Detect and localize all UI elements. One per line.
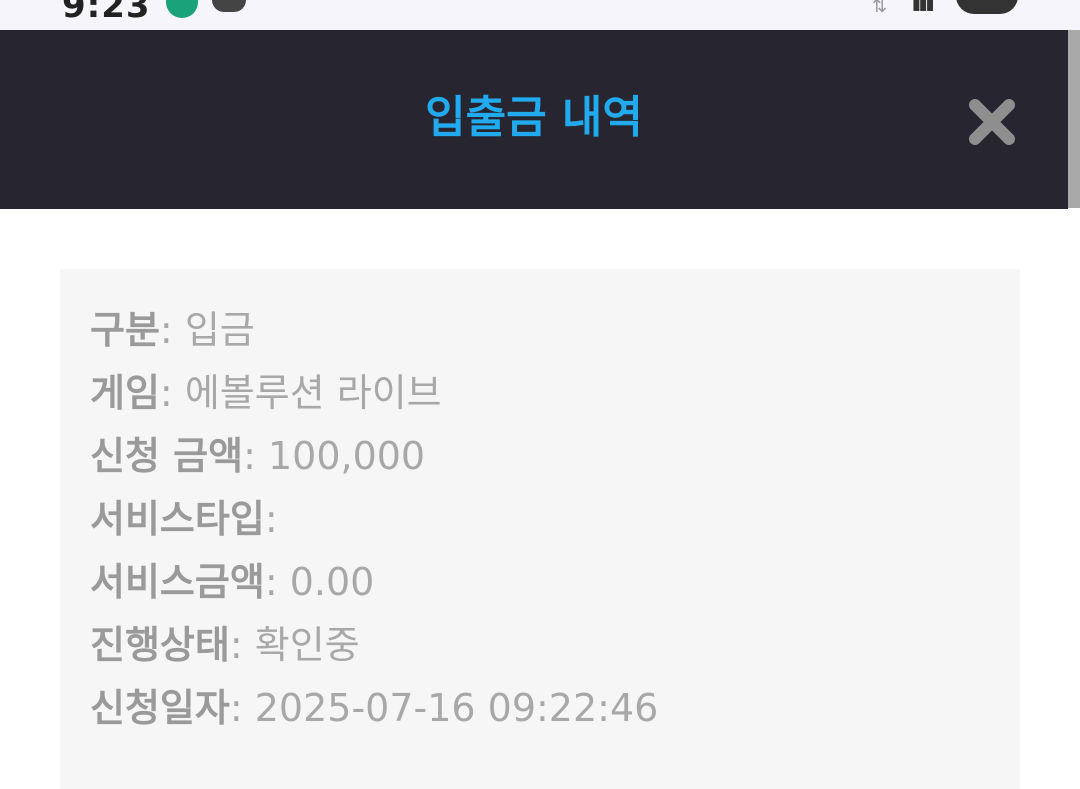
detail-row-date: 신청일자: 2025-07-16 09:22:46 [90,686,659,730]
detail-value: 2025-07-16 09:22:46 [254,686,659,730]
detail-label: 서비스타입 [90,497,265,541]
detail-label: 진행상태 [90,623,230,667]
detail-value: 100,000 [267,434,426,478]
status-bar: 9:23 ⇅ ▮▮▮ [0,0,1080,30]
app-notification-icon [166,0,198,18]
data-transfer-icon: ⇅ [872,0,888,17]
detail-row-amount: 신청 금액: 100,000 [90,434,426,478]
detail-row-game: 게임: 에볼루션 라이브 [90,371,442,415]
signal-icon: ▮▮▮ [912,0,934,13]
battery-icon [956,0,1018,14]
chat-notification-icon [212,0,246,12]
page-title: 입출금 내역 [425,92,643,143]
close-icon[interactable] [966,96,1018,148]
status-time: 9:23 [62,0,151,26]
detail-value: 0.00 [289,560,375,604]
detail-row-service-amount: 서비스금액: 0.00 [90,560,375,604]
scrollbar[interactable] [1068,30,1080,208]
modal-header: 입출금 내역 [0,30,1068,209]
detail-row-type: 구분: 입금 [90,308,255,352]
detail-label: 신청일자 [90,686,230,730]
detail-value: 입금 [184,308,255,352]
detail-value: 확인중 [254,623,360,667]
detail-label: 서비스금액 [90,560,265,604]
detail-row-service-type: 서비스타입: [90,497,278,541]
detail-label: 구분 [90,308,160,352]
detail-value: 에볼루션 라이브 [184,371,442,415]
detail-label: 신청 금액 [90,434,244,478]
detail-row-status: 진행상태: 확인중 [90,623,360,667]
transaction-details: 구분: 입금 게임: 에볼루션 라이브 신청 금액: 100,000 서비스타입… [60,269,1020,789]
detail-label: 게임 [90,371,160,415]
